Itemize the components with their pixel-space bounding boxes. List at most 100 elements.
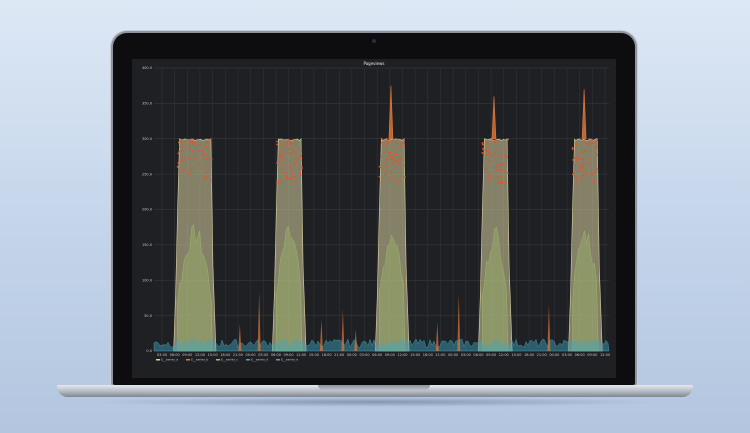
- x-tick-label: 03:00: [157, 353, 167, 357]
- data-point: [590, 150, 593, 153]
- data-point: [291, 173, 294, 176]
- data-point: [506, 172, 509, 174]
- data-point: [198, 162, 201, 165]
- data-point: [584, 148, 587, 151]
- x-tick-label: 15:00: [511, 353, 521, 357]
- data-point: [186, 173, 189, 176]
- data-point: [585, 142, 588, 145]
- data-point: [500, 178, 503, 181]
- data-point: [289, 165, 291, 168]
- y-tick-label: 100.0: [142, 278, 152, 282]
- data-point: [485, 144, 488, 147]
- data-point: [206, 171, 209, 174]
- data-point: [487, 151, 490, 154]
- data-point: [208, 148, 211, 151]
- data-point: [177, 141, 180, 144]
- data-point: [591, 173, 594, 176]
- data-point: [584, 173, 587, 176]
- data-point: [481, 143, 484, 146]
- data-point: [386, 157, 389, 160]
- x-tick-label: 06:00: [271, 353, 281, 357]
- data-point: [280, 143, 283, 146]
- data-point: [490, 155, 493, 158]
- x-tick-label: 21:00: [334, 353, 344, 357]
- x-tick-label: 12:00: [499, 353, 509, 357]
- data-point: [294, 164, 296, 167]
- laptop-shadow: [90, 397, 660, 407]
- legend-label: $__series_a: [161, 358, 178, 362]
- data-point: [493, 140, 496, 143]
- data-point: [481, 142, 484, 144]
- data-point: [380, 166, 382, 169]
- data-point: [404, 176, 406, 178]
- data-point: [187, 157, 190, 160]
- data-point: [386, 142, 389, 145]
- data-point: [279, 168, 282, 171]
- y-tick-label: 300.0: [142, 137, 152, 141]
- chart-title: Pageviews: [364, 61, 385, 66]
- data-point: [284, 158, 287, 161]
- data-point: [398, 163, 401, 166]
- x-tick-label: 09:00: [385, 353, 395, 357]
- data-point: [501, 182, 504, 185]
- x-tick-label: 09:00: [587, 353, 597, 357]
- data-point: [504, 148, 507, 150]
- data-point: [498, 169, 501, 172]
- data-point: [202, 158, 205, 160]
- data-point: [582, 158, 584, 161]
- data-point: [576, 143, 578, 146]
- data-point: [276, 162, 278, 164]
- data-point: [572, 159, 575, 161]
- data-point: [573, 156, 576, 159]
- data-point: [485, 150, 488, 153]
- data-point: [299, 158, 302, 160]
- data-point: [180, 159, 183, 162]
- data-point: [595, 146, 598, 148]
- data-point: [501, 169, 504, 172]
- data-point: [203, 178, 206, 180]
- data-point: [499, 181, 502, 184]
- y-tick-label: 50.0: [144, 314, 152, 318]
- data-point: [489, 177, 492, 180]
- data-point: [496, 139, 499, 142]
- data-point: [299, 155, 302, 157]
- data-point: [579, 169, 581, 172]
- data-point: [291, 177, 294, 180]
- data-point: [495, 169, 498, 172]
- legend-label: $__series_c: [221, 358, 238, 362]
- legend-label: $__series_d: [251, 358, 268, 362]
- data-point: [389, 154, 392, 157]
- data-point: [293, 150, 296, 153]
- x-tick-label: 00:00: [246, 353, 256, 357]
- data-point: [200, 167, 203, 170]
- data-point: [578, 157, 580, 160]
- x-tick-label: 18:00: [220, 353, 230, 357]
- data-point: [485, 168, 488, 170]
- legend-swatch: [216, 359, 220, 361]
- x-tick-label: 00:00: [549, 353, 559, 357]
- x-tick-label: 18:00: [321, 353, 331, 357]
- data-point: [291, 152, 293, 155]
- data-point: [285, 171, 288, 174]
- x-tick-label: 06:00: [170, 353, 180, 357]
- data-point: [384, 143, 387, 146]
- data-point: [286, 178, 288, 180]
- legend-swatch: [186, 359, 190, 361]
- x-tick-label: 06:00: [575, 353, 585, 357]
- data-point: [595, 170, 598, 173]
- data-point: [487, 148, 490, 151]
- data-point: [496, 152, 499, 155]
- data-point: [191, 141, 194, 144]
- data-point: [176, 165, 179, 168]
- data-point: [285, 141, 288, 144]
- data-point: [498, 163, 501, 166]
- data-point: [587, 143, 590, 146]
- data-point: [205, 158, 208, 160]
- data-point: [300, 150, 303, 153]
- data-point: [299, 171, 301, 174]
- data-point: [385, 165, 387, 168]
- x-tick-label: 09:00: [284, 353, 294, 357]
- data-point: [594, 147, 596, 150]
- data-point: [178, 150, 181, 153]
- data-point: [290, 141, 292, 144]
